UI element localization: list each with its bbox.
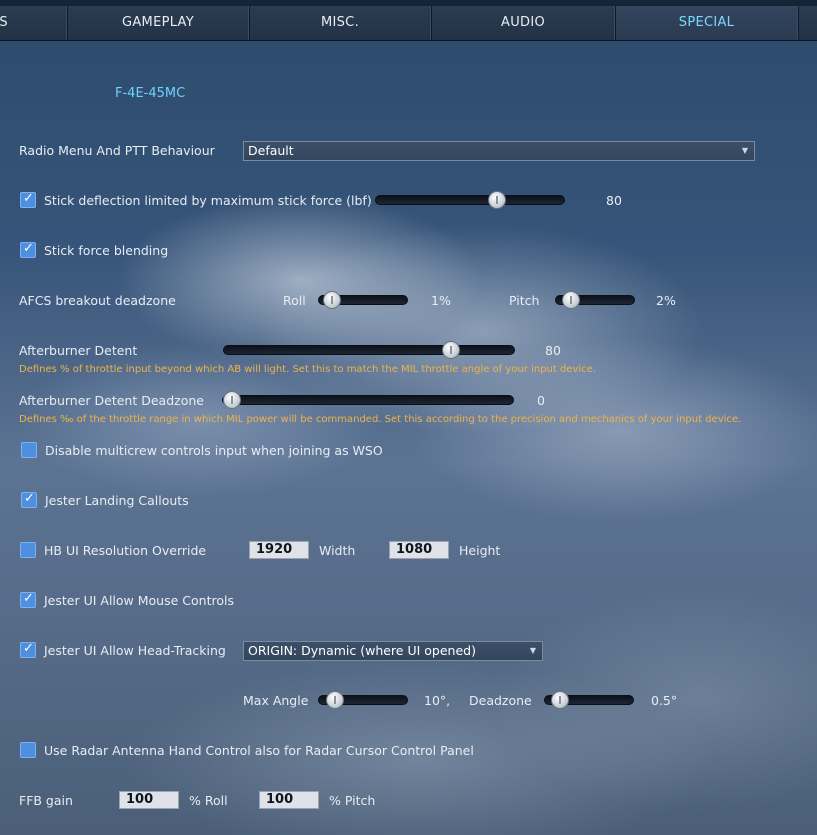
afterburner-deadzone-hint: Defines ‰ of the throttle range in which… [19, 414, 742, 425]
ffb-pitch-input[interactable]: 100 [259, 791, 319, 809]
resolution-width-label: Width [319, 543, 356, 558]
radar-antenna-checkbox[interactable] [20, 742, 36, 758]
deadzone-label: Deadzone [469, 693, 532, 708]
afterburner-detent-slider[interactable] [223, 341, 515, 359]
ffb-gain-label: FFB gain [19, 793, 73, 808]
dropdown-arrow-icon: ▼ [529, 646, 536, 655]
resolution-height-label: Height [459, 543, 501, 558]
slider-handle[interactable] [323, 291, 341, 309]
afcs-pitch-slider[interactable] [555, 291, 635, 309]
afterburner-detent-label: Afterburner Detent [19, 343, 138, 358]
tab-gameplay[interactable]: GAMEPLAY [67, 6, 249, 40]
tab-special[interactable]: SPECIAL [615, 6, 798, 40]
radar-antenna-label: Use Radar Antenna Hand Control also for … [44, 743, 474, 758]
max-angle-slider[interactable] [318, 691, 408, 709]
jester-headtracking-checkbox[interactable]: ✓ [20, 641, 36, 658]
hb-ui-resolution-checkbox[interactable] [20, 542, 36, 558]
checkmark-icon: ✓ [23, 191, 34, 206]
slider-handle[interactable] [326, 691, 344, 709]
disable-multicrew-checkbox[interactable] [21, 442, 37, 458]
radio-menu-value: Default [248, 143, 294, 158]
slider-handle[interactable] [562, 291, 580, 309]
afcs-roll-slider[interactable] [318, 291, 408, 309]
jester-mouse-label: Jester UI Allow Mouse Controls [44, 593, 234, 608]
checkmark-icon: ✓ [23, 241, 34, 256]
ffb-roll-input[interactable]: 100 [119, 791, 179, 809]
tab-misc[interactable]: MISC. [249, 6, 431, 40]
checkmark-icon: ✓ [24, 491, 35, 506]
stick-force-slider[interactable] [375, 191, 565, 209]
jester-landing-checkbox[interactable]: ✓ [21, 491, 37, 508]
max-angle-value: 10°, [424, 693, 451, 708]
ffb-roll-label: % Roll [189, 793, 228, 808]
afterburner-deadzone-value: 0 [537, 393, 545, 408]
disable-multicrew-label: Disable multicrew controls input when jo… [45, 443, 383, 458]
slider-handle[interactable] [488, 191, 506, 209]
settings-tab-bar: LS GAMEPLAY MISC. AUDIO SPECIAL [0, 0, 817, 41]
afterburner-deadzone-label: Afterburner Detent Deadzone [19, 393, 204, 408]
tab-controls[interactable]: LS [0, 6, 67, 40]
max-angle-label: Max Angle [243, 693, 309, 708]
checkmark-icon: ✓ [23, 641, 34, 656]
tab-audio[interactable]: AUDIO [431, 6, 615, 40]
stick-force-blending-label: Stick force blending [44, 243, 169, 258]
jester-headtracking-label: Jester UI Allow Head-Tracking [44, 643, 226, 658]
afterburner-detent-value: 80 [545, 343, 561, 358]
afcs-label: AFCS breakout deadzone [19, 293, 176, 308]
deadzone-value: 0.5° [651, 693, 678, 708]
checkmark-icon: ✓ [23, 591, 34, 606]
ffb-pitch-label: % Pitch [329, 793, 376, 808]
radio-menu-select[interactable]: Default ▼ [243, 141, 755, 161]
afcs-pitch-value: 2% [656, 293, 676, 308]
resolution-height-input[interactable]: 1080 [389, 541, 449, 559]
deadzone-slider[interactable] [544, 691, 634, 709]
afterburner-detent-hint: Defines % of throttle input beyond which… [19, 364, 596, 375]
afcs-roll-value: 1% [431, 293, 451, 308]
slider-handle[interactable] [442, 341, 460, 359]
dropdown-arrow-icon: ▼ [741, 146, 748, 155]
tab-overflow[interactable] [798, 6, 817, 40]
jester-landing-label: Jester Landing Callouts [45, 493, 189, 508]
afcs-roll-label: Roll [283, 293, 306, 308]
afterburner-deadzone-slider[interactable] [222, 391, 514, 409]
radio-menu-label: Radio Menu And PTT Behaviour [19, 143, 215, 158]
module-title: F-4E-45MC [115, 86, 186, 101]
stick-force-blending-checkbox[interactable]: ✓ [20, 241, 36, 258]
stick-deflection-checkbox[interactable]: ✓ [20, 191, 36, 208]
hb-ui-resolution-label: HB UI Resolution Override [44, 543, 207, 558]
headtracking-origin-select[interactable]: ORIGIN: Dynamic (where UI opened) ▼ [243, 641, 543, 661]
jester-mouse-checkbox[interactable]: ✓ [20, 591, 36, 608]
stick-deflection-label: Stick deflection limited by maximum stic… [44, 193, 372, 208]
afcs-pitch-label: Pitch [509, 293, 540, 308]
slider-handle[interactable] [223, 391, 241, 409]
headtracking-origin-value: ORIGIN: Dynamic (where UI opened) [248, 643, 476, 658]
slider-handle[interactable] [551, 691, 569, 709]
stick-force-value: 80 [606, 193, 622, 208]
resolution-width-input[interactable]: 1920 [249, 541, 309, 559]
